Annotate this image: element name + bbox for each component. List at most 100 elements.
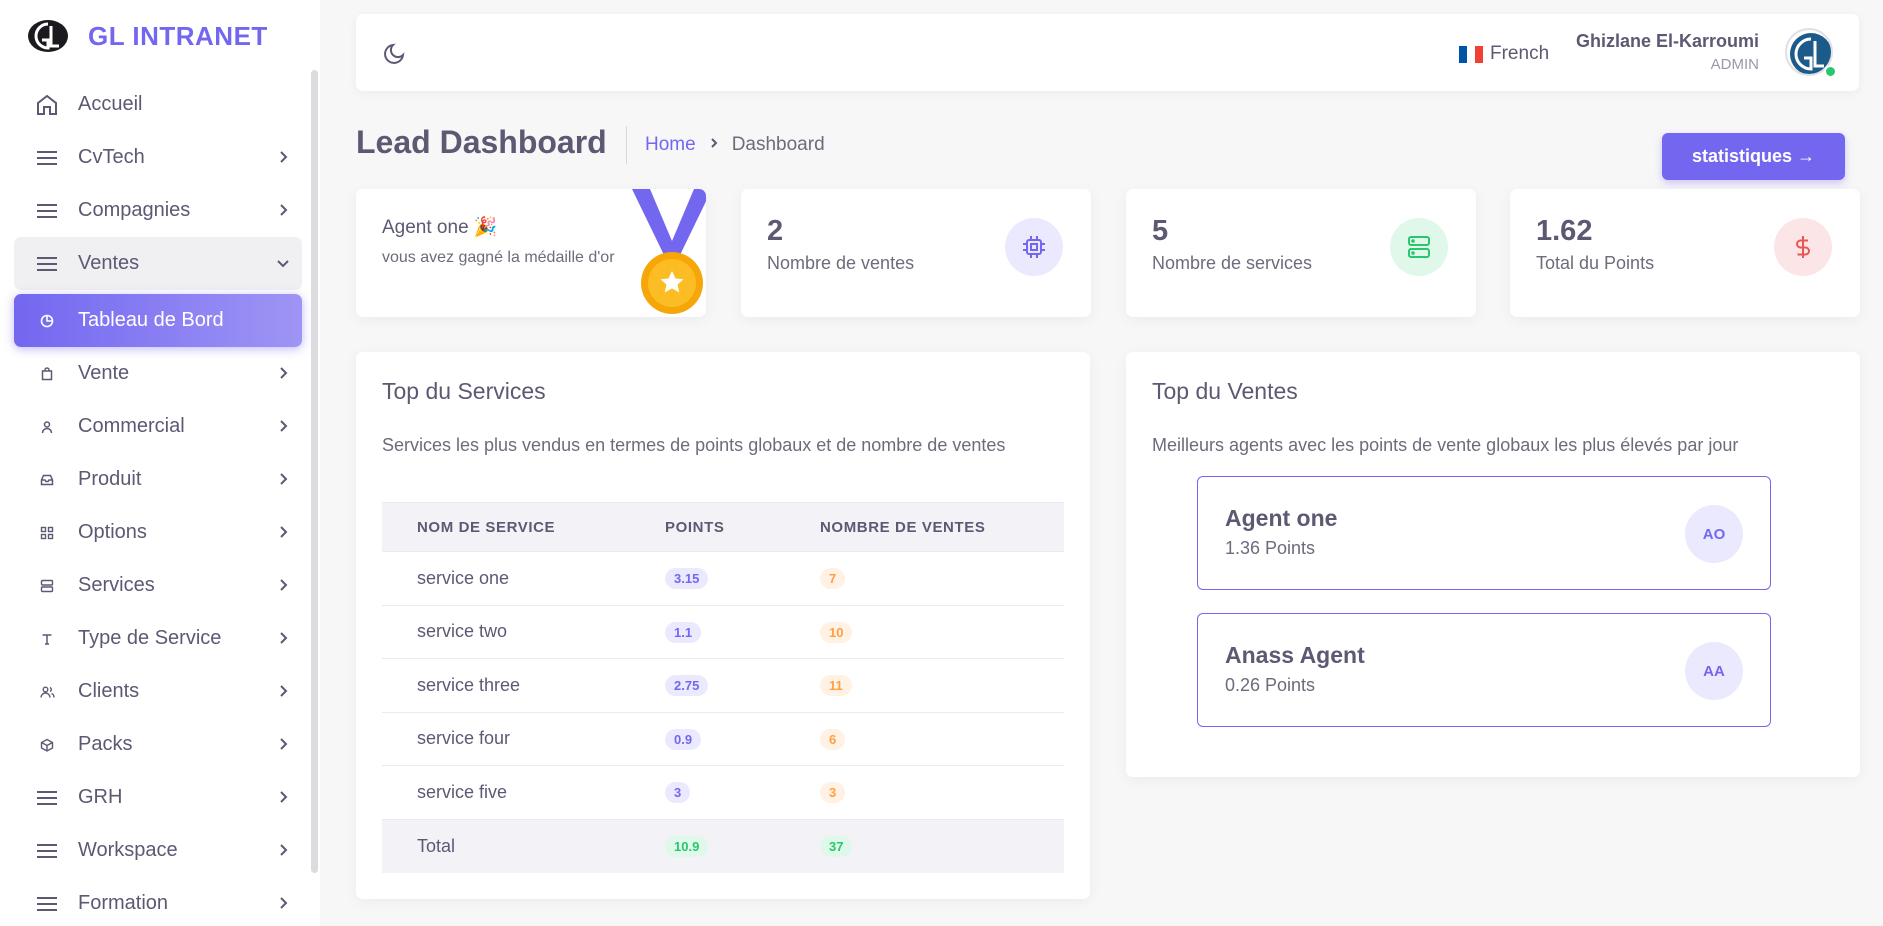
menu-icon: [34, 838, 60, 864]
stat-card-ventes: 2 Nombre de ventes: [741, 189, 1091, 317]
service-name: service five: [417, 781, 508, 802]
sidebar-item-commercial[interactable]: Commercial: [14, 400, 302, 453]
france-flag-icon: [1459, 45, 1483, 63]
sidebar-item-accueil[interactable]: Accueil: [14, 78, 302, 131]
sidebar-item-label: GRH: [78, 786, 123, 808]
page-title: Lead Dashboard: [356, 124, 607, 160]
statistiques-button[interactable]: statistiques →: [1662, 133, 1845, 180]
total-points-badge: 10.9: [665, 836, 709, 858]
top-navbar: French Ghizlane El-Karroumi ADMIN: [356, 14, 1859, 91]
logo-icon: [28, 20, 68, 52]
sidebar: GL INTRANET Accueil CvTech Compagnies Ve…: [0, 0, 320, 926]
sidebar-item-label: Type de Service: [78, 627, 222, 649]
sidebar-item-tableau-de-bord[interactable]: Tableau de Bord: [14, 294, 302, 347]
server-icon: [34, 573, 60, 599]
chevron-down-icon: [277, 260, 289, 268]
ventes-badge: 7: [820, 568, 846, 590]
online-status-dot: [1824, 65, 1837, 78]
column-header: NOM DE SERVICE: [417, 518, 556, 536]
pie-chart-icon: [34, 308, 60, 334]
menu-icon: [34, 785, 60, 811]
agent-points: 0.26 Points: [1225, 675, 1316, 695]
grid-icon: [34, 520, 60, 546]
sidebar-scrollbar[interactable]: [311, 70, 318, 873]
app-name: GL INTRANET: [88, 20, 268, 51]
stat-card-services: 5 Nombre de services: [1126, 189, 1476, 317]
ventes-badge: 3: [820, 782, 846, 804]
user-menu[interactable]: Ghizlane El-Karroumi ADMIN: [1576, 31, 1759, 73]
sidebar-item-vente[interactable]: Vente: [14, 347, 302, 400]
stat-value: 1.62: [1536, 215, 1593, 247]
sidebar-nav: Accueil CvTech Compagnies Ventes Tableau…: [14, 78, 302, 926]
sidebar-item-ventes[interactable]: Ventes: [14, 237, 302, 290]
agent-card[interactable]: Anass Agent 0.26 Points AA: [1197, 613, 1771, 727]
sidebar-item-services[interactable]: Services: [14, 559, 302, 612]
menu-icon: [34, 145, 60, 171]
sidebar-item-workspace[interactable]: Workspace: [14, 824, 302, 877]
points-badge: 3.15: [665, 568, 709, 590]
menu-icon: [34, 891, 60, 917]
sidebar-item-label: Options: [78, 521, 147, 543]
type-icon: [34, 626, 60, 652]
agent-points: 1.36 Points: [1225, 538, 1316, 558]
sidebar-item-label: Clients: [78, 680, 140, 702]
breadcrumb-home-link[interactable]: Home: [645, 134, 696, 156]
chevron-right-icon: [280, 844, 288, 856]
cpu-icon: [1005, 218, 1063, 276]
sidebar-item-options[interactable]: Options: [14, 506, 302, 559]
sidebar-item-label: Services: [78, 574, 155, 596]
points-badge: 1.1: [665, 621, 702, 643]
language-selector[interactable]: French: [1459, 43, 1549, 65]
sidebar-item-produit[interactable]: Produit: [14, 453, 302, 506]
sidebar-item-label: Packs: [78, 733, 133, 755]
agent-name: Agent one: [1225, 505, 1338, 531]
chevron-right-icon: [280, 204, 288, 216]
card-description: Meilleurs agents avec les points de vent…: [1152, 435, 1739, 455]
chevron-right-icon: [280, 473, 288, 485]
table-row: service five 3 3: [382, 766, 1064, 820]
card-title: Top du Services: [382, 378, 546, 404]
ventes-badge: 6: [820, 728, 846, 750]
ventes-badge: 10: [820, 621, 853, 643]
sidebar-item-label: CvTech: [78, 146, 145, 168]
sidebar-item-label: Tableau de Bord: [78, 309, 224, 331]
agent-card[interactable]: Agent one 1.36 Points AO: [1197, 476, 1771, 590]
inbox-icon: [34, 467, 60, 493]
users-icon: [34, 679, 60, 705]
stat-value: 2: [767, 215, 784, 247]
user-name: Ghizlane El-Karroumi: [1575, 31, 1759, 51]
sidebar-item-packs[interactable]: Packs: [14, 718, 302, 771]
service-name: service four: [417, 728, 511, 749]
service-name: service three: [417, 674, 521, 695]
table-total-row: Total 10.9 37: [382, 819, 1064, 873]
chevron-right-icon: [280, 738, 288, 750]
sidebar-item-formation[interactable]: Formation: [14, 877, 302, 926]
sidebar-item-grh[interactable]: GRH: [14, 771, 302, 824]
chevron-right-icon: [280, 579, 288, 591]
agent-avatar: AO: [1685, 505, 1743, 563]
breadcrumb-current: Dashboard: [731, 134, 825, 155]
service-name: service one: [417, 567, 510, 588]
sidebar-item-label: Accueil: [78, 93, 143, 115]
congrats-title: Agent one 🎉: [382, 217, 498, 238]
sidebar-item-cvtech[interactable]: CvTech: [14, 131, 302, 184]
sidebar-item-compagnies[interactable]: Compagnies: [14, 184, 302, 237]
stat-card-points: 1.62 Total du Points: [1510, 189, 1860, 317]
chevron-right-icon: [280, 420, 288, 432]
user-icon: [34, 414, 60, 440]
points-badge: 0.9: [665, 728, 702, 750]
ventes-badge: 11: [820, 675, 852, 697]
total-ventes-badge: 37: [820, 836, 853, 858]
moon-icon[interactable]: [382, 40, 408, 66]
brand[interactable]: GL INTRANET: [26, 18, 268, 54]
chevron-right-icon: [280, 897, 288, 909]
package-icon: [34, 732, 60, 758]
stat-label: Nombre de services: [1152, 253, 1313, 273]
table-header: NOM DE SERVICE POINTS NOMBRE DE VENTES: [382, 502, 1064, 552]
agent-avatar: AA: [1685, 642, 1743, 700]
sidebar-item-type-de-service[interactable]: Type de Service: [14, 612, 302, 665]
sidebar-item-clients[interactable]: Clients: [14, 665, 302, 718]
user-role: ADMIN: [1710, 56, 1759, 73]
sidebar-item-label: Compagnies: [78, 199, 191, 221]
language-label: French: [1490, 43, 1550, 64]
